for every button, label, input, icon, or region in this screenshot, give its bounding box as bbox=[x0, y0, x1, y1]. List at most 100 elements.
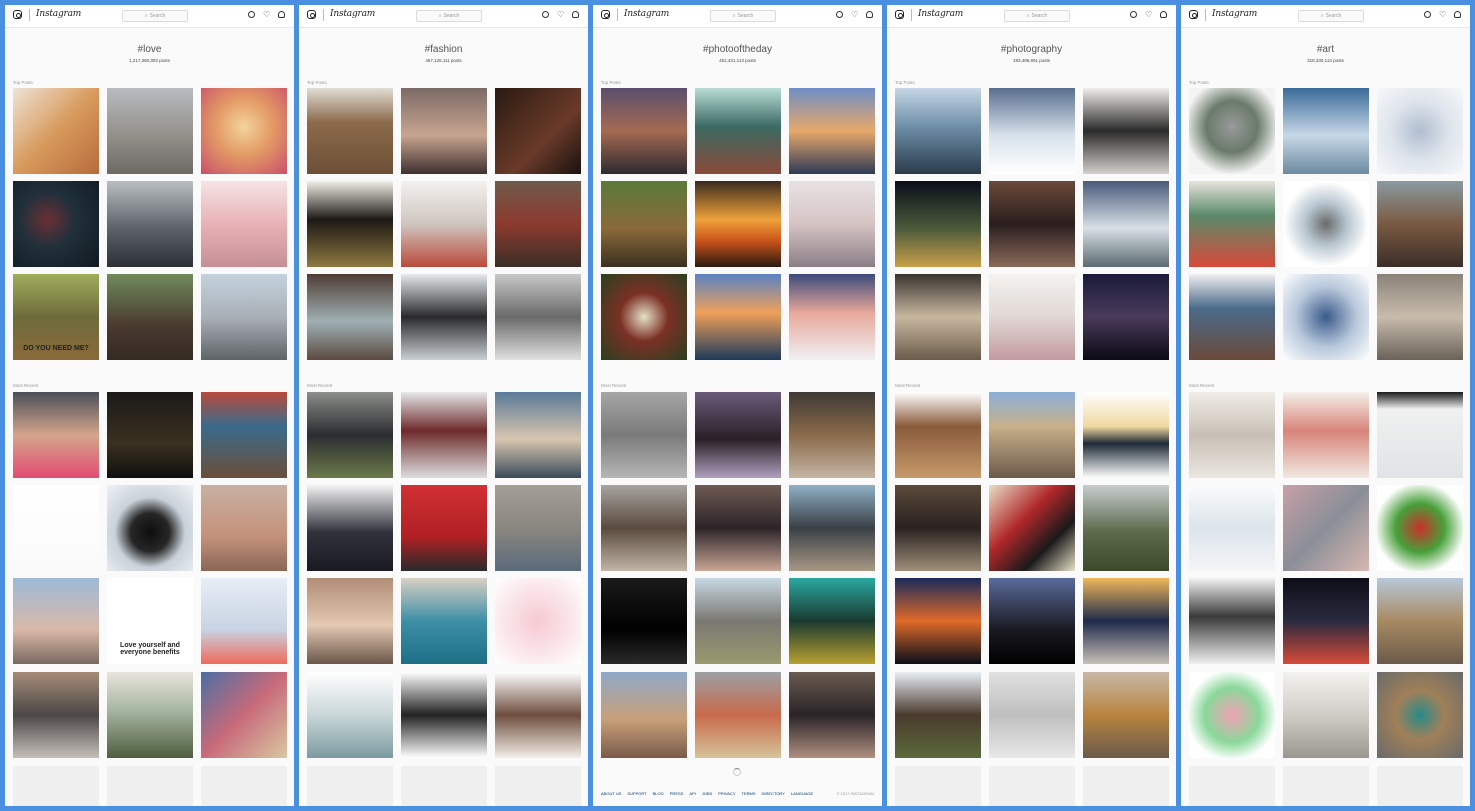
post-thumbnail[interactable] bbox=[495, 274, 581, 360]
instagram-camera-icon[interactable] bbox=[601, 10, 610, 19]
post-thumbnail[interactable] bbox=[989, 88, 1075, 174]
profile-icon[interactable] bbox=[1160, 11, 1167, 18]
post-thumbnail[interactable] bbox=[201, 485, 287, 571]
post-thumbnail[interactable] bbox=[989, 392, 1075, 478]
activity-heart-icon[interactable]: ♡ bbox=[1145, 11, 1152, 19]
footer-link[interactable]: API bbox=[689, 791, 695, 796]
post-thumbnail[interactable] bbox=[1189, 578, 1275, 664]
post-thumbnail[interactable] bbox=[601, 485, 687, 571]
post-thumbnail[interactable] bbox=[1083, 485, 1169, 571]
post-thumbnail[interactable]: Love yourself and everyone benefits bbox=[107, 578, 193, 664]
post-thumbnail[interactable] bbox=[1377, 485, 1463, 571]
post-thumbnail[interactable] bbox=[895, 274, 981, 360]
post-thumbnail[interactable] bbox=[201, 672, 287, 758]
post-thumbnail[interactable] bbox=[201, 578, 287, 664]
activity-heart-icon[interactable]: ♡ bbox=[263, 11, 270, 19]
explore-compass-icon[interactable] bbox=[248, 11, 255, 18]
footer-link[interactable]: SUPPORT bbox=[627, 791, 646, 796]
search-input[interactable]: ⌕ Search bbox=[416, 10, 482, 22]
post-thumbnail[interactable] bbox=[13, 578, 99, 664]
post-thumbnail[interactable] bbox=[107, 181, 193, 267]
post-thumbnail[interactable] bbox=[895, 88, 981, 174]
explore-compass-icon[interactable] bbox=[836, 11, 843, 18]
post-thumbnail[interactable] bbox=[307, 578, 393, 664]
search-input[interactable]: ⌕ Search bbox=[122, 10, 188, 22]
activity-heart-icon[interactable]: ♡ bbox=[557, 11, 564, 19]
post-thumbnail[interactable] bbox=[695, 672, 781, 758]
post-thumbnail[interactable] bbox=[307, 392, 393, 478]
post-thumbnail[interactable] bbox=[1189, 485, 1275, 571]
post-thumbnail[interactable] bbox=[13, 485, 99, 571]
post-thumbnail[interactable] bbox=[989, 578, 1075, 664]
post-thumbnail[interactable] bbox=[695, 392, 781, 478]
post-thumbnail[interactable] bbox=[201, 88, 287, 174]
post-thumbnail[interactable] bbox=[401, 392, 487, 478]
post-thumbnail[interactable] bbox=[601, 392, 687, 478]
post-thumbnail[interactable] bbox=[401, 485, 487, 571]
post-thumbnail[interactable] bbox=[107, 392, 193, 478]
instagram-wordmark-logo[interactable]: Instagram bbox=[330, 9, 375, 19]
post-thumbnail[interactable] bbox=[1283, 88, 1369, 174]
post-thumbnail[interactable] bbox=[989, 672, 1075, 758]
post-thumbnail[interactable] bbox=[601, 88, 687, 174]
post-thumbnail[interactable] bbox=[789, 578, 875, 664]
post-thumbnail[interactable] bbox=[1377, 392, 1463, 478]
post-thumbnail[interactable] bbox=[495, 181, 581, 267]
post-thumbnail[interactable] bbox=[401, 672, 487, 758]
post-thumbnail[interactable] bbox=[1083, 392, 1169, 478]
post-thumbnail[interactable] bbox=[895, 672, 981, 758]
post-thumbnail[interactable] bbox=[789, 274, 875, 360]
instagram-camera-icon[interactable] bbox=[1189, 10, 1198, 19]
post-thumbnail[interactable] bbox=[895, 485, 981, 571]
post-thumbnail[interactable] bbox=[789, 672, 875, 758]
post-thumbnail[interactable] bbox=[1083, 578, 1169, 664]
post-thumbnail[interactable]: DO YOU NEED ME? bbox=[13, 274, 99, 360]
post-thumbnail[interactable] bbox=[989, 274, 1075, 360]
post-thumbnail[interactable] bbox=[1377, 88, 1463, 174]
post-thumbnail[interactable] bbox=[13, 181, 99, 267]
post-thumbnail[interactable] bbox=[13, 392, 99, 478]
post-thumbnail[interactable] bbox=[401, 274, 487, 360]
profile-icon[interactable] bbox=[866, 11, 873, 18]
post-thumbnail[interactable] bbox=[1083, 274, 1169, 360]
post-thumbnail[interactable] bbox=[307, 88, 393, 174]
post-thumbnail[interactable] bbox=[401, 578, 487, 664]
post-thumbnail[interactable] bbox=[601, 181, 687, 267]
post-thumbnail[interactable] bbox=[13, 88, 99, 174]
post-thumbnail[interactable] bbox=[1189, 88, 1275, 174]
post-thumbnail[interactable] bbox=[307, 181, 393, 267]
post-thumbnail[interactable] bbox=[201, 392, 287, 478]
explore-compass-icon[interactable] bbox=[542, 11, 549, 18]
post-thumbnail[interactable] bbox=[1377, 274, 1463, 360]
post-thumbnail[interactable] bbox=[13, 672, 99, 758]
post-thumbnail[interactable] bbox=[107, 672, 193, 758]
post-thumbnail[interactable] bbox=[495, 578, 581, 664]
post-thumbnail[interactable] bbox=[1083, 88, 1169, 174]
post-thumbnail[interactable] bbox=[1377, 181, 1463, 267]
post-thumbnail[interactable] bbox=[695, 274, 781, 360]
profile-icon[interactable] bbox=[1454, 11, 1461, 18]
post-thumbnail[interactable] bbox=[601, 672, 687, 758]
instagram-camera-icon[interactable] bbox=[13, 10, 22, 19]
post-thumbnail[interactable] bbox=[495, 392, 581, 478]
post-thumbnail[interactable] bbox=[1189, 672, 1275, 758]
post-thumbnail[interactable] bbox=[307, 274, 393, 360]
post-thumbnail[interactable] bbox=[1083, 181, 1169, 267]
instagram-wordmark-logo[interactable]: Instagram bbox=[624, 9, 669, 19]
post-thumbnail[interactable] bbox=[1189, 392, 1275, 478]
post-thumbnail[interactable] bbox=[1083, 672, 1169, 758]
post-thumbnail[interactable] bbox=[989, 485, 1075, 571]
post-thumbnail[interactable] bbox=[401, 181, 487, 267]
post-thumbnail[interactable] bbox=[789, 88, 875, 174]
search-input[interactable]: ⌕ Search bbox=[1004, 10, 1070, 22]
post-thumbnail[interactable] bbox=[307, 485, 393, 571]
footer-link[interactable]: LANGUAGE bbox=[791, 791, 813, 796]
search-input[interactable]: ⌕ Search bbox=[1298, 10, 1364, 22]
search-input[interactable]: ⌕ Search bbox=[710, 10, 776, 22]
footer-link[interactable]: PRIVACY bbox=[718, 791, 735, 796]
instagram-wordmark-logo[interactable]: Instagram bbox=[36, 9, 81, 19]
post-thumbnail[interactable] bbox=[695, 578, 781, 664]
post-thumbnail[interactable] bbox=[107, 88, 193, 174]
post-thumbnail[interactable] bbox=[895, 181, 981, 267]
footer-link[interactable]: TERMS bbox=[742, 791, 756, 796]
